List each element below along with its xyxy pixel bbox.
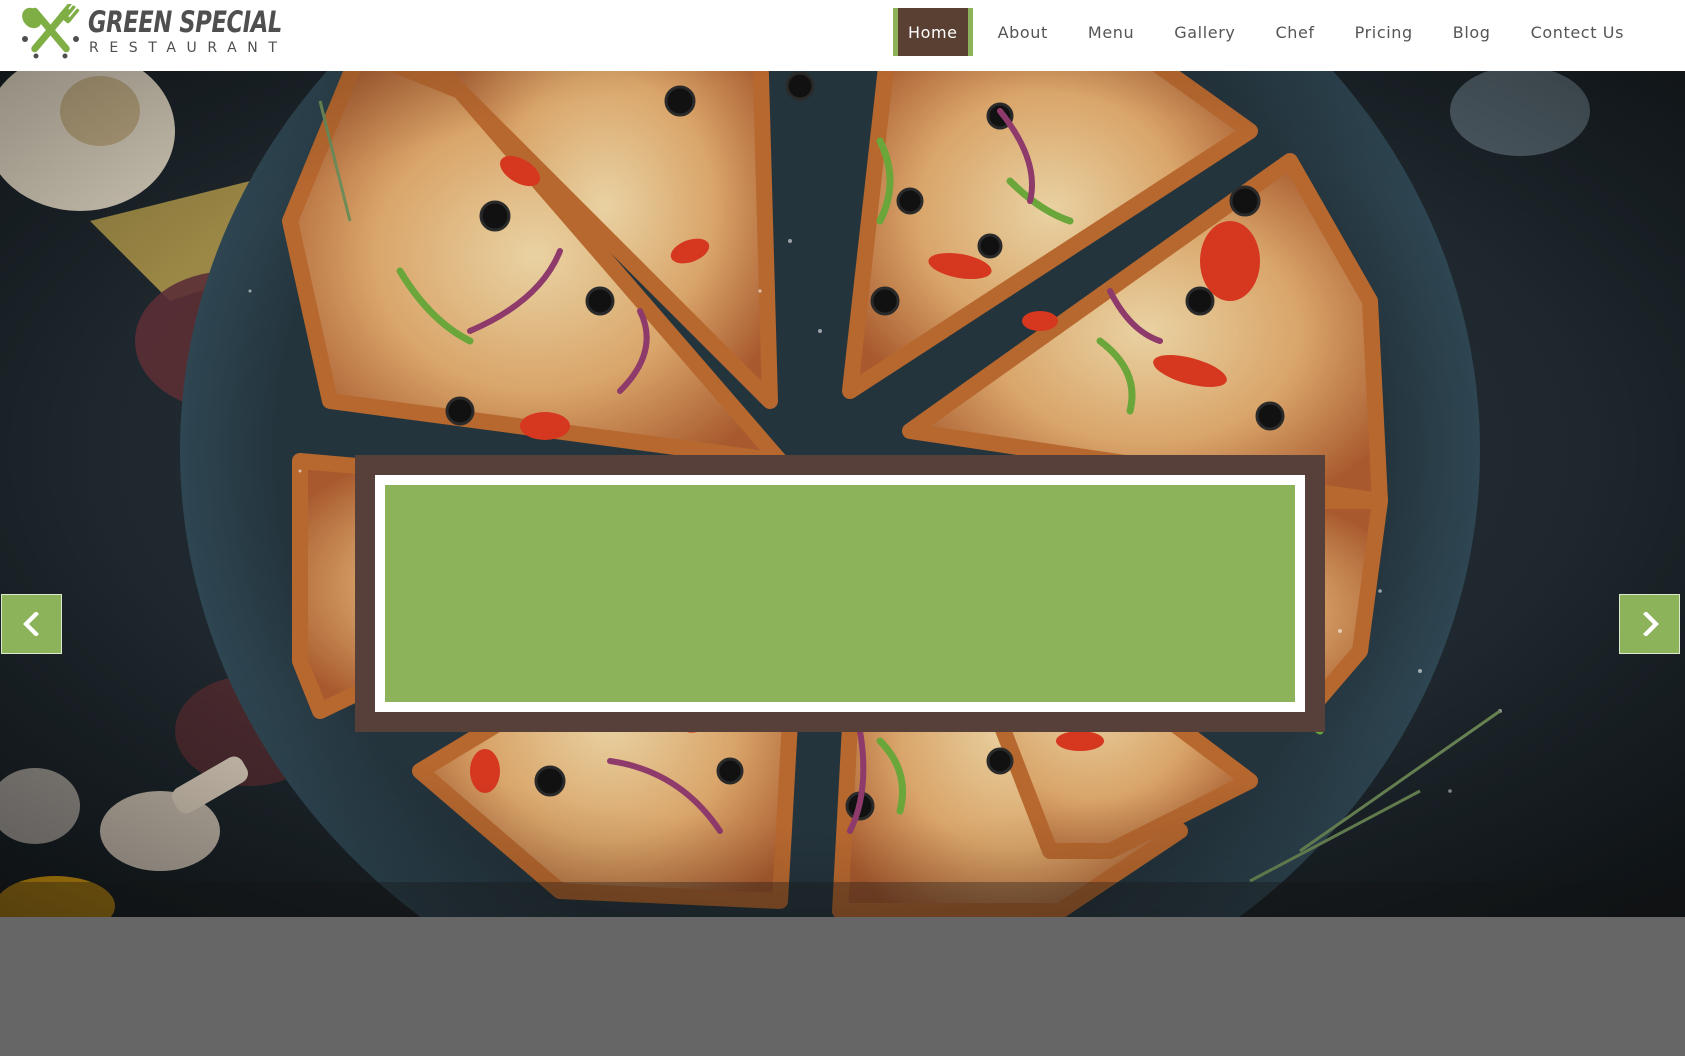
lower-section: [0, 917, 1685, 1056]
nav-item-chef[interactable]: Chef: [1255, 8, 1334, 56]
chevron-left-icon: [22, 612, 39, 636]
nav-item-home[interactable]: Home: [892, 8, 973, 56]
chevron-right-icon: [1642, 612, 1659, 636]
slide-caption-border: [375, 475, 1305, 712]
nav-item-contact[interactable]: Contect Us: [1511, 8, 1644, 56]
nav-item-menu[interactable]: Menu: [1068, 8, 1154, 56]
brand-logo[interactable]: GREEN SPECIAL RESTAURANT: [16, 4, 282, 64]
main-nav: Home About Menu Gallery Chef Pricing Blo…: [892, 8, 1644, 56]
nav-item-about[interactable]: About: [978, 8, 1068, 56]
slide-caption-panel: [385, 485, 1295, 702]
nav-item-pricing[interactable]: Pricing: [1335, 8, 1433, 56]
nav-item-gallery[interactable]: Gallery: [1154, 8, 1255, 56]
slide-caption-frame: [355, 455, 1325, 732]
brand-name: GREEN SPECIAL: [88, 5, 282, 39]
header-inner: GREEN SPECIAL RESTAURANT Home About Menu…: [0, 0, 1672, 71]
nav-item-blog[interactable]: Blog: [1433, 8, 1511, 56]
hero-bottom-strip: [0, 882, 1685, 917]
slider-prev-button[interactable]: [1, 594, 62, 654]
hero-slider: [0, 71, 1685, 917]
fork-knife-logo-icon: [22, 4, 80, 59]
slider-next-button[interactable]: [1619, 594, 1680, 654]
brand-tagline: RESTAURANT: [89, 40, 288, 56]
site-header: GREEN SPECIAL RESTAURANT Home About Menu…: [0, 0, 1685, 71]
